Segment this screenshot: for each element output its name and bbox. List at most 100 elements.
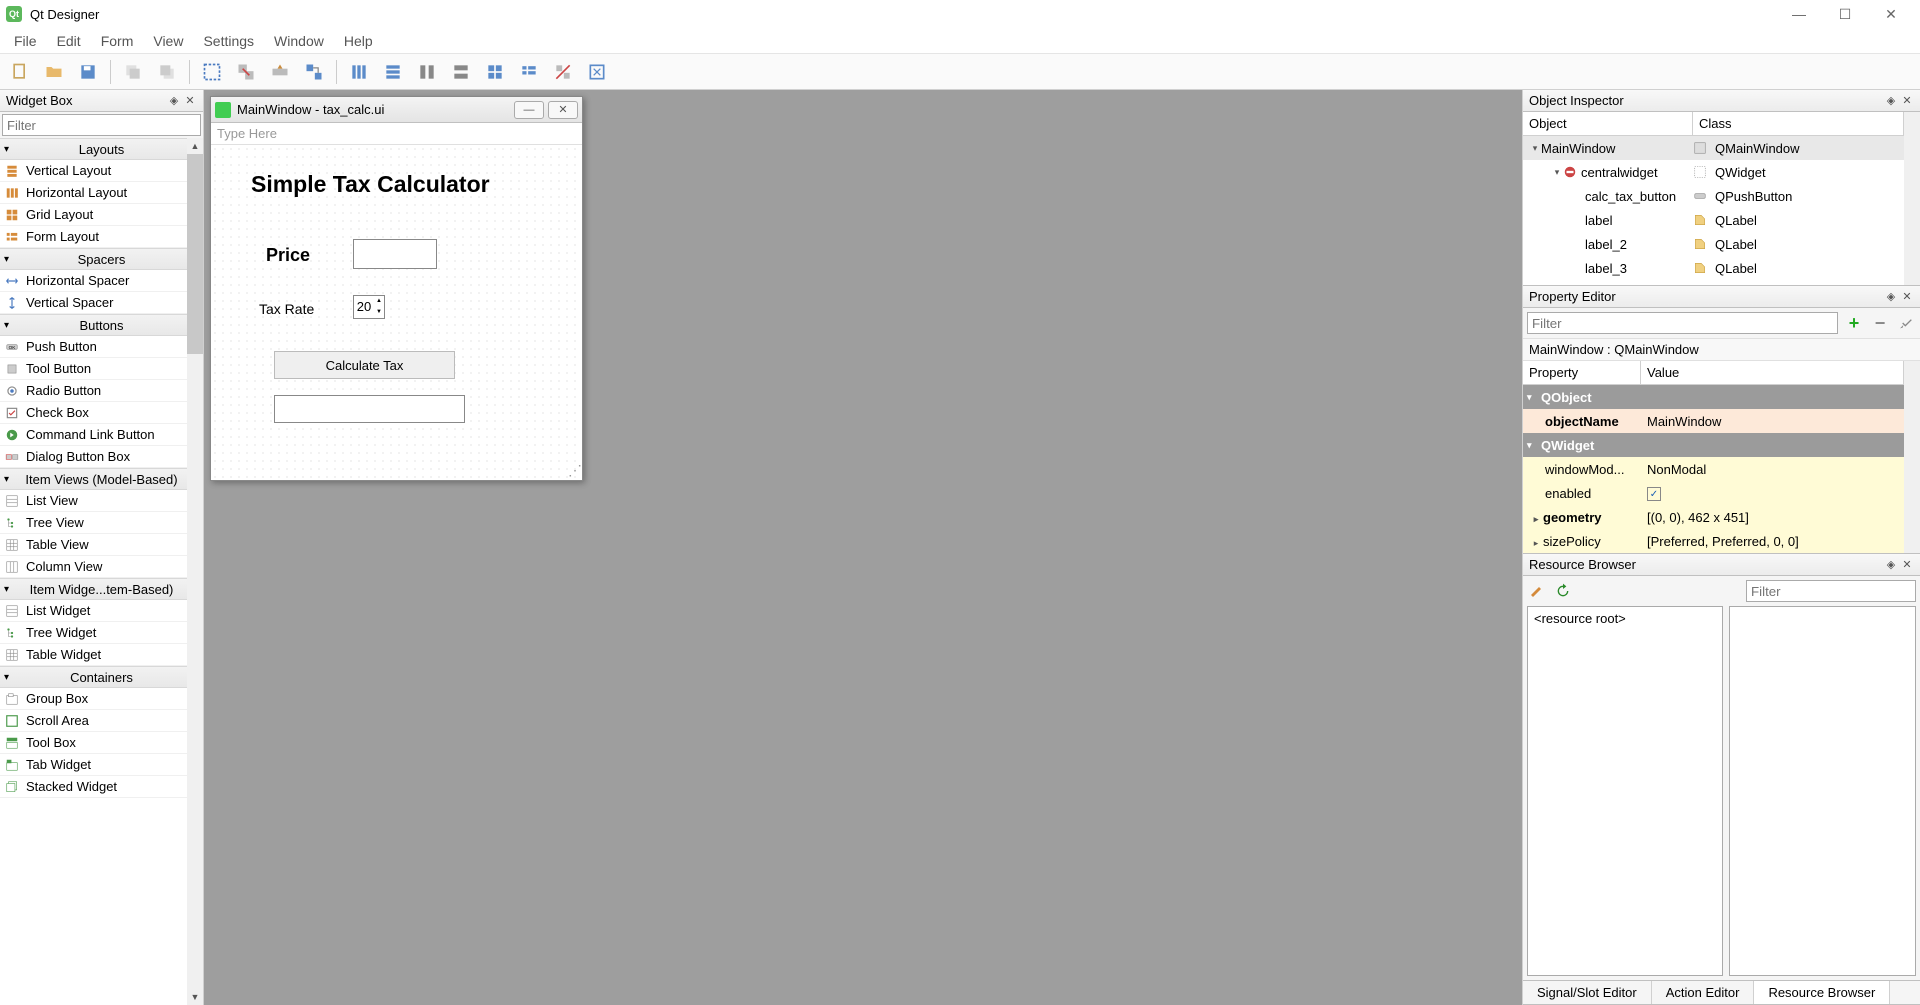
widget-item[interactable]: Table Widget [0,644,203,666]
bring-front-icon[interactable] [153,58,181,86]
open-file-icon[interactable] [40,58,68,86]
menu-window[interactable]: Window [264,30,334,52]
spin-up-icon[interactable]: ▲ [374,296,384,307]
form-titlebar[interactable]: MainWindow - tax_calc.ui — ✕ [211,97,582,123]
oi-row[interactable]: labelQLabel [1523,208,1904,232]
menu-form[interactable]: Form [91,30,144,52]
tab-action-editor[interactable]: Action Editor [1652,981,1755,1004]
tab-resource-browser[interactable]: Resource Browser [1754,981,1890,1004]
widget-item[interactable]: Vertical Layout [0,160,203,182]
tax-rate-label[interactable]: Tax Rate [259,301,314,317]
widget-item[interactable]: Command Link Button [0,424,203,446]
form-close-button[interactable]: ✕ [548,101,578,119]
edit-tab-order-icon[interactable] [300,58,328,86]
dock-close-icon[interactable]: ✕ [1900,94,1914,108]
widget-item[interactable]: Grid Layout [0,204,203,226]
edit-widgets-icon[interactable] [198,58,226,86]
pe-scrollbar[interactable] [1904,361,1920,553]
send-back-icon[interactable] [119,58,147,86]
dock-close-icon[interactable]: ✕ [1900,558,1914,572]
oi-scrollbar[interactable] [1904,112,1920,285]
widget-item[interactable]: Scroll Area [0,710,203,732]
widget-item[interactable]: Horizontal Layout [0,182,203,204]
oi-col-object[interactable]: Object [1523,112,1693,135]
widget-item[interactable]: Vertical Spacer [0,292,203,314]
resource-root[interactable]: <resource root> [1534,611,1626,626]
property-row[interactable]: ▸sizePolicy[Preferred, Preferred, 0, 0] [1523,529,1904,553]
remove-property-icon[interactable]: − [1870,313,1890,333]
object-inspector-tree[interactable]: ▾MainWindowQMainWindow▾centralwidgetQWid… [1523,136,1904,280]
pe-col-property[interactable]: Property [1523,361,1641,384]
layout-grid-icon[interactable] [481,58,509,86]
property-row[interactable]: windowMod...NonModal [1523,457,1904,481]
dock-float-icon[interactable]: ◈ [1884,94,1898,108]
widget-item[interactable]: Column View [0,556,203,578]
break-layout-icon[interactable] [549,58,577,86]
property-value[interactable]: [(0, 0), 462 x 451] [1641,510,1904,525]
form-menubar-hint[interactable]: Type Here [211,123,582,145]
widget-item[interactable]: Tab Widget [0,754,203,776]
widget-item[interactable]: Form Layout [0,226,203,248]
edit-signals-icon[interactable] [232,58,260,86]
property-row[interactable]: ▸geometry[(0, 0), 462 x 451] [1523,505,1904,529]
property-value[interactable]: [Preferred, Preferred, 0, 0] [1641,534,1904,549]
property-group[interactable]: ▾QObject [1523,385,1904,409]
oi-row[interactable]: ▾MainWindowQMainWindow [1523,136,1904,160]
layout-vertical-icon[interactable] [379,58,407,86]
widget-category[interactable]: ▾Buttons [0,314,203,336]
property-group[interactable]: ▾QWidget [1523,433,1904,457]
menu-edit[interactable]: Edit [47,30,91,52]
new-file-icon[interactable] [6,58,34,86]
dock-float-icon[interactable]: ◈ [1884,558,1898,572]
edit-resources-icon[interactable] [1527,581,1547,601]
widget-item[interactable]: Radio Button [0,380,203,402]
widget-item[interactable]: OKPush Button [0,336,203,358]
dock-float-icon[interactable]: ◈ [1884,290,1898,304]
widget-category[interactable]: ▾Containers [0,666,203,688]
menu-settings[interactable]: Settings [193,30,264,52]
oi-row[interactable]: label_3QLabel [1523,256,1904,280]
property-value[interactable]: ✓ [1641,485,1904,502]
form-body[interactable]: Simple Tax Calculator Price Tax Rate 20 … [211,145,582,480]
widget-item[interactable]: List Widget [0,600,203,622]
property-filter-input[interactable] [1527,312,1838,334]
tab-signal-slot[interactable]: Signal/Slot Editor [1523,981,1652,1004]
widget-box-list[interactable]: ▾LayoutsVertical LayoutHorizontal Layout… [0,138,203,1005]
window-close-button[interactable]: ✕ [1868,0,1914,28]
resource-tree[interactable]: <resource root> [1527,606,1723,976]
reload-resources-icon[interactable] [1553,581,1573,601]
pe-col-value[interactable]: Value [1641,361,1904,384]
widget-item[interactable]: Group Box [0,688,203,710]
form-window[interactable]: MainWindow - tax_calc.ui — ✕ Type Here S… [210,96,583,481]
layout-hsplit-icon[interactable] [413,58,441,86]
design-canvas[interactable]: MainWindow - tax_calc.ui — ✕ Type Here S… [204,90,1522,1005]
property-editor-table[interactable]: ▾QObjectobjectNameMainWindow▾QWidgetwind… [1523,385,1904,553]
property-value[interactable]: NonModal [1641,462,1904,477]
add-property-icon[interactable]: + [1844,313,1864,333]
window-minimize-button[interactable]: — [1776,0,1822,28]
configure-icon[interactable] [1896,313,1916,333]
oi-col-class[interactable]: Class [1693,112,1904,135]
widget-item[interactable]: Tree View [0,512,203,534]
price-label[interactable]: Price [266,245,310,266]
resource-filter-input[interactable] [1746,580,1916,602]
tax-rate-spinbox[interactable]: 20 ▲▼ [353,295,385,319]
save-file-icon[interactable] [74,58,102,86]
form-minimize-button[interactable]: — [514,101,544,119]
layout-vsplit-icon[interactable] [447,58,475,86]
form-heading-label[interactable]: Simple Tax Calculator [251,171,490,198]
menu-view[interactable]: View [143,30,193,52]
property-row[interactable]: objectNameMainWindow [1523,409,1904,433]
property-row[interactable]: enabled✓ [1523,481,1904,505]
widget-item[interactable]: Check Box [0,402,203,424]
widget-item[interactable]: Horizontal Spacer [0,270,203,292]
widget-category[interactable]: ▾Spacers [0,248,203,270]
dock-float-icon[interactable]: ◈ [167,94,181,108]
widget-item[interactable]: Stacked Widget [0,776,203,798]
edit-buddies-icon[interactable] [266,58,294,86]
adjust-size-icon[interactable] [583,58,611,86]
layout-horizontal-icon[interactable] [345,58,373,86]
widget-item[interactable]: Table View [0,534,203,556]
calculate-tax-button[interactable]: Calculate Tax [274,351,455,379]
resource-preview[interactable] [1729,606,1916,976]
